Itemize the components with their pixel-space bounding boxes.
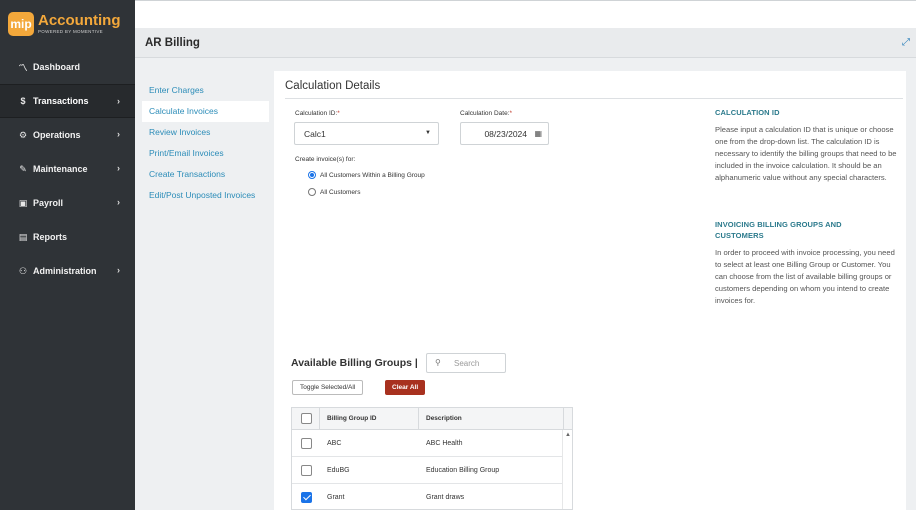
row-description: ABC Health (426, 440, 463, 447)
chevron-right-icon: › (117, 197, 120, 207)
subnav-print-email-invoices[interactable]: Print/Email Invoices (142, 143, 269, 164)
billing-groups-table: Billing Group ID Description ABC ABC Hea… (291, 407, 573, 510)
column-header-id[interactable]: Billing Group ID (327, 415, 376, 422)
sidebar-item-operations[interactable]: ⚙ Operations › (0, 118, 135, 152)
sidebar-item-label: Maintenance (33, 164, 88, 174)
subnav-review-invoices[interactable]: Review Invoices (142, 122, 269, 143)
chevron-right-icon: › (117, 265, 120, 275)
users-cog-icon: ⚇ (18, 265, 28, 276)
table-header: Billing Group ID Description (292, 408, 572, 430)
radio-label: All Customers (320, 188, 361, 196)
subnav-create-transactions[interactable]: Create Transactions (142, 164, 269, 185)
logo-name: Accounting (38, 11, 121, 29)
required-mark: * (337, 110, 340, 117)
scroll-up-icon[interactable]: ▲ (565, 432, 571, 438)
table-scrollbar[interactable]: ▲ (562, 430, 572, 509)
sidebar: mip Accounting POWERED BY MOMENTIVE 〽 Da… (0, 0, 135, 510)
logo-subtitle: POWERED BY MOMENTIVE (38, 28, 103, 34)
sidebar-item-payroll[interactable]: ▣ Payroll › (0, 186, 135, 220)
sidebar-item-label: Operations (33, 130, 81, 140)
radio-button[interactable] (308, 188, 316, 196)
divider (285, 98, 903, 99)
wrench-icon: ✎ (19, 163, 27, 174)
search-input[interactable]: ⚲ Search (426, 353, 506, 373)
calc-date-field[interactable]: 08/23/2024 ▦ (460, 122, 549, 145)
chevron-right-icon: › (117, 163, 120, 173)
search-placeholder: Search (454, 359, 480, 368)
calc-date-label-text: Calculation Date: (460, 110, 510, 117)
toggle-selected-button[interactable]: Toggle Selected/All (292, 380, 364, 395)
sub-navigation: Enter Charges Calculate Invoices Review … (142, 80, 269, 206)
page-title: AR Billing (145, 37, 200, 49)
row-checkbox[interactable] (301, 465, 312, 476)
chart-line-icon: 〽 (18, 62, 28, 73)
column-separator (418, 408, 419, 430)
search-icon: ⚲ (435, 358, 441, 367)
row-description: Grant draws (426, 494, 465, 501)
row-id: ABC (327, 440, 342, 447)
sidebar-item-dashboard[interactable]: 〽 Dashboard (0, 50, 135, 84)
table-row[interactable]: Grant Grant draws (292, 484, 564, 509)
calc-id-label-text: Calculation ID: (295, 110, 338, 117)
clear-all-button[interactable]: Clear All (385, 380, 426, 395)
select-all-checkbox[interactable] (301, 413, 312, 424)
caret-down-icon: ▼ (425, 130, 431, 136)
subnav-edit-post-unposted[interactable]: Edit/Post Unposted Invoices (142, 185, 269, 206)
title-bar: AR Billing ⤢ (135, 28, 916, 58)
calc-id-label: Calculation ID:* (295, 110, 340, 117)
calculation-panel: Calculation Details Calculation ID:* Cal… (274, 71, 906, 510)
document-icon: ▤ (18, 231, 28, 242)
column-separator (563, 408, 564, 430)
app-logo[interactable]: mip Accounting POWERED BY MOMENTIVE (8, 10, 121, 38)
sidebar-item-administration[interactable]: ⚇ Administration › (0, 254, 135, 288)
help-heading-invoicing: INVOICING BILLING GROUPS AND CUSTOMERS (715, 220, 842, 240)
sidebar-item-label: Payroll (33, 198, 64, 208)
sidebar-item-label: Reports (33, 232, 68, 242)
radio-button-selected[interactable] (308, 171, 316, 179)
row-id: Grant (327, 494, 345, 501)
sidebar-item-label: Transactions (33, 96, 89, 106)
billing-groups-title: Available Billing Groups | (291, 357, 418, 369)
sidebar-nav: 〽 Dashboard $ Transactions › ⚙ Operation… (0, 50, 135, 288)
radio-billing-group[interactable]: All Customers Within a Billing Group (308, 171, 425, 179)
row-checkbox-checked[interactable] (301, 492, 312, 503)
table-row[interactable]: EduBG Education Billing Group (292, 457, 564, 484)
help-heading-calc-id: CALCULATION ID (715, 108, 780, 117)
help-text-calc-id: Please input a calculation ID that is un… (715, 125, 897, 182)
sidebar-item-reports[interactable]: ▤ Reports (0, 220, 135, 254)
logo-badge: mip (8, 12, 34, 36)
create-for-label: Create invoice(s) for: (295, 156, 356, 163)
help-text-invoicing: In order to proceed with invoice process… (715, 248, 895, 305)
top-bar (135, 0, 916, 28)
subnav-enter-charges[interactable]: Enter Charges (142, 80, 269, 101)
sidebar-item-transactions[interactable]: $ Transactions › (0, 84, 135, 118)
gears-icon: ⚙ (18, 129, 28, 140)
calc-date-label: Calculation Date:* (460, 110, 512, 117)
sidebar-item-label: Administration (33, 266, 97, 276)
chevron-right-icon: › (117, 129, 120, 139)
expand-icon[interactable]: ⤢ (902, 37, 910, 48)
dollar-icon: $ (20, 96, 26, 106)
radio-all-customers[interactable]: All Customers (308, 188, 360, 196)
calendar-icon[interactable]: ▦ (534, 129, 542, 138)
table-row[interactable]: ABC ABC Health (292, 430, 564, 457)
sidebar-item-maintenance[interactable]: ✎ Maintenance › (0, 152, 135, 186)
row-description: Education Billing Group (426, 467, 500, 474)
logo-text: Accounting POWERED BY MOMENTIVE (38, 13, 121, 36)
chevron-right-icon: › (117, 96, 120, 106)
column-header-description[interactable]: Description (426, 415, 462, 422)
calc-id-value: Calc1 (304, 129, 326, 139)
content-area: Enter Charges Calculate Invoices Review … (135, 58, 916, 510)
calc-id-select[interactable]: Calc1 ▼ (294, 122, 439, 145)
row-id: EduBG (327, 467, 350, 474)
column-separator (319, 408, 320, 430)
required-mark: * (509, 110, 513, 117)
money-bill-icon: ▣ (18, 197, 28, 208)
row-checkbox[interactable] (301, 438, 312, 449)
calc-date-value: 08/23/2024 (484, 129, 527, 139)
sidebar-item-label: Dashboard (33, 62, 81, 72)
subnav-calculate-invoices[interactable]: Calculate Invoices (142, 101, 269, 122)
panel-title: Calculation Details (285, 80, 381, 92)
radio-label: All Customers Within a Billing Group (320, 171, 425, 179)
